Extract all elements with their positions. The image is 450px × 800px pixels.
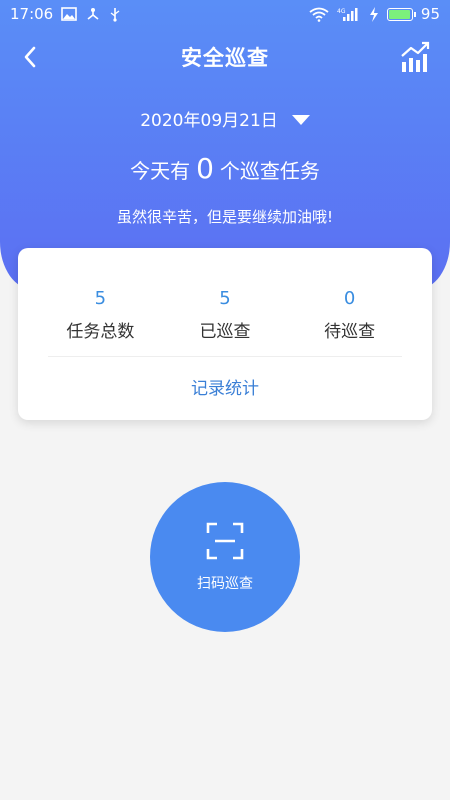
stat-value: 0 (343, 288, 356, 309)
stat-label: 已巡查 (199, 322, 251, 342)
battery-fill (388, 9, 410, 19)
charging-icon (369, 6, 378, 22)
nav-bar: 安全巡查 (0, 30, 450, 84)
date-picker[interactable]: 2020年09月21日 (0, 106, 450, 131)
divider (48, 356, 402, 357)
scan-label: 扫码巡查 (197, 576, 253, 592)
stat-value: 5 (219, 288, 231, 309)
battery-level: 95 (420, 5, 440, 23)
status-time: 17:06 (10, 5, 54, 23)
stat-label: 任务总数 (66, 322, 135, 342)
today-task-summary: 今天有 0 个巡查任务 (0, 152, 450, 185)
selected-date: 2020年09月21日 (140, 111, 278, 131)
task-count: 0 (196, 152, 214, 185)
dropdown-triangle-icon (291, 114, 310, 125)
page-title: 安全巡查 (181, 46, 269, 70)
status-bar: 17:06 4G 95 (0, 0, 450, 28)
usb-icon (110, 7, 120, 22)
chart-trend-icon[interactable] (398, 40, 432, 74)
stat-value: 5 (94, 288, 107, 309)
svg-text:4G: 4G (337, 8, 346, 15)
task-suffix: 个巡查任务 (219, 159, 320, 183)
stat-inspected: 5 已巡查 (170, 288, 280, 342)
stat-total-tasks: 5 任务总数 (45, 288, 155, 342)
stat-label: 待巡查 (324, 322, 376, 342)
stat-pending: 0 待巡查 (295, 288, 405, 342)
stats-row: 5 任务总数 5 已巡查 0 待巡查 (18, 288, 432, 342)
records-statistics-link[interactable]: 记录统计 (18, 374, 432, 399)
scan-icon (206, 522, 244, 560)
wifi-icon (309, 7, 329, 22)
4g-signal-icon: 4G (337, 7, 358, 21)
usb-share-icon (87, 8, 99, 20)
encouragement-text: 虽然很辛苦，但是要继续加油哦! (116, 208, 333, 226)
summary-card: 5 任务总数 5 已巡查 0 待巡查 记录统计 (18, 248, 432, 420)
scan-inspect-button[interactable]: 扫码巡查 (150, 482, 300, 632)
chevron-left-icon[interactable] (16, 42, 46, 72)
task-prefix: 今天有 (130, 159, 191, 183)
battery-icon (386, 7, 416, 21)
image-icon (61, 7, 78, 21)
